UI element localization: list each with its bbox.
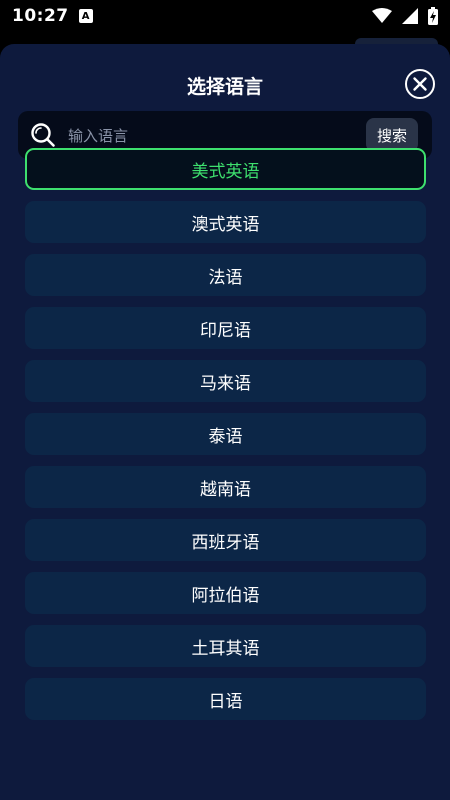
language-list: 美式英语澳式英语法语印尼语马来语泰语越南语西班牙语阿拉伯语土耳其语日语: [25, 148, 426, 731]
language-item[interactable]: 法语: [25, 254, 426, 296]
language-item[interactable]: 澳式英语: [25, 201, 426, 243]
status-right: [372, 7, 438, 25]
search-button[interactable]: 搜索: [366, 118, 418, 152]
status-bar: 10:27 A: [0, 0, 450, 32]
status-time: 10:27: [12, 6, 69, 26]
language-item[interactable]: 美式英语: [25, 148, 426, 190]
language-item[interactable]: 土耳其语: [25, 625, 426, 667]
language-item[interactable]: 印尼语: [25, 307, 426, 349]
language-item[interactable]: 泰语: [25, 413, 426, 455]
screen: 10:27 A 选择语言 输入语言 搜索 美式英语 澳式英语 法语 印尼语 马来…: [0, 0, 450, 800]
wifi-icon: [372, 8, 392, 23]
status-left: 10:27 A: [12, 6, 93, 26]
close-icon[interactable]: [404, 68, 436, 100]
sheet-title: 选择语言: [186, 76, 263, 98]
language-item[interactable]: 越南语: [25, 466, 426, 508]
language-item[interactable]: 日语: [25, 678, 426, 720]
language-item[interactable]: 西班牙语: [25, 519, 426, 561]
notification-icon: A: [78, 9, 93, 23]
language-item[interactable]: 马来语: [25, 360, 426, 402]
language-item[interactable]: 阿拉伯语: [25, 572, 426, 614]
search-icon: [31, 123, 55, 147]
signal-icon: [402, 8, 418, 24]
battery-icon: [428, 7, 438, 25]
